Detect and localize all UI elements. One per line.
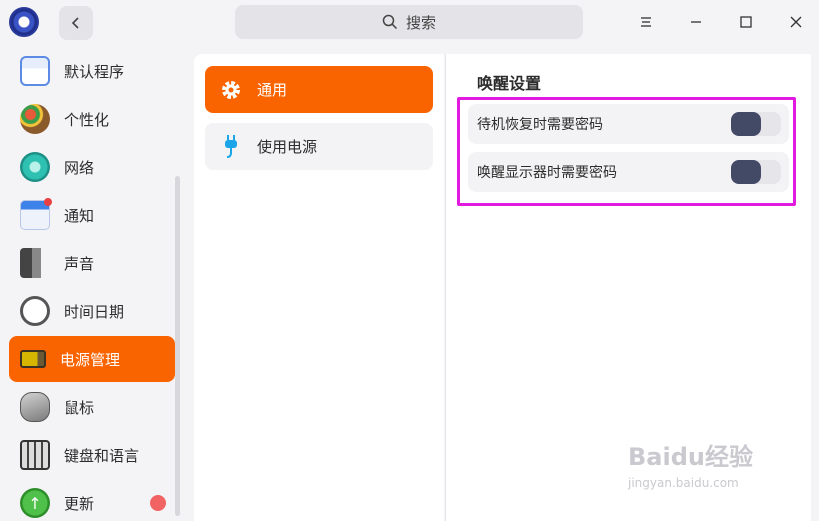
- setting-label: 待机恢复时需要密码: [477, 117, 603, 133]
- sidebar-scrollbar[interactable]: [175, 176, 180, 516]
- sidebar-item-update[interactable]: ↑ 更新: [9, 480, 175, 521]
- personalization-icon: [20, 104, 50, 134]
- menu-button[interactable]: [636, 12, 656, 32]
- menu-icon: [641, 17, 651, 27]
- plug-icon: [219, 134, 243, 159]
- maximize-icon: [740, 16, 752, 28]
- sidebar-item-label: 网络: [64, 158, 95, 177]
- sidebar-item-label: 鼠标: [64, 398, 95, 417]
- back-button[interactable]: [59, 6, 93, 40]
- section-title: 唤醒设置: [477, 74, 542, 93]
- sidebar-item-label: 键盘和语言: [64, 446, 140, 465]
- sidebar-item-mouse[interactable]: 鼠标: [9, 384, 175, 430]
- mouse-icon: [20, 392, 50, 422]
- setting-row-wake-password: 唤醒显示器时需要密码: [468, 152, 789, 192]
- sidebar-item-datetime[interactable]: 时间日期: [9, 288, 175, 334]
- sound-icon: [20, 248, 50, 278]
- sub-item-general[interactable]: 通用: [205, 66, 433, 113]
- sub-item-label: 通用: [257, 81, 288, 99]
- notification-icon: [20, 198, 52, 230]
- sidebar-item-notification[interactable]: 通知: [9, 192, 175, 238]
- search-input[interactable]: 搜索: [235, 5, 583, 39]
- minimize-button[interactable]: [686, 12, 706, 32]
- watermark-url: jingyan.baidu.com: [628, 476, 739, 490]
- watermark: Baidu经验 jingyan.baidu.com: [628, 437, 778, 507]
- network-icon: [20, 152, 50, 182]
- clock-icon: [20, 296, 50, 326]
- sidebar-item-label: 电源管理: [60, 350, 121, 369]
- update-icon: ↑: [20, 488, 50, 518]
- sidebar-item-network[interactable]: 网络: [9, 144, 175, 190]
- close-icon: [790, 16, 802, 28]
- sidebar-item-label: 更新: [64, 494, 95, 513]
- wake-password-toggle[interactable]: [731, 160, 781, 184]
- sidebar-item-label: 声音: [64, 254, 95, 273]
- sidebar: 默认程序 个性化 网络 通知 声音 时间日期 电源管理 鼠标 键盘和语言 ↑ 更…: [0, 46, 184, 521]
- setting-label: 唤醒显示器时需要密码: [477, 165, 617, 181]
- chevron-left-icon: [71, 17, 79, 29]
- keyboard-icon: [20, 440, 50, 470]
- title-bar: 搜索: [0, 0, 819, 46]
- sidebar-item-label: 时间日期: [64, 302, 125, 321]
- sub-item-label: 使用电源: [257, 138, 318, 156]
- close-button[interactable]: [786, 12, 806, 32]
- sidebar-item-sound[interactable]: 声音: [9, 240, 175, 286]
- sidebar-item-keyboard[interactable]: 键盘和语言: [9, 432, 175, 478]
- resume-password-toggle[interactable]: [731, 112, 781, 136]
- sidebar-item-default-apps[interactable]: 默认程序: [9, 48, 175, 94]
- sub-menu-panel: 通用 使用电源: [194, 54, 444, 521]
- setting-row-resume-password: 待机恢复时需要密码: [468, 104, 789, 144]
- search-icon: [382, 14, 398, 30]
- watermark-text: Baidu经验: [628, 443, 753, 471]
- maximize-button[interactable]: [736, 12, 756, 32]
- sidebar-item-label: 默认程序: [64, 62, 125, 81]
- sidebar-item-personalization[interactable]: 个性化: [9, 96, 175, 142]
- battery-icon: [20, 350, 46, 368]
- sidebar-item-power[interactable]: 电源管理: [9, 336, 175, 382]
- gear-icon: [219, 78, 243, 102]
- sidebar-item-label: 个性化: [64, 110, 110, 129]
- sub-item-use-power[interactable]: 使用电源: [205, 123, 433, 170]
- toggle-knob: [731, 112, 761, 136]
- default-apps-icon: [20, 56, 50, 86]
- toggle-knob: [731, 160, 761, 184]
- app-logo-icon: [9, 7, 39, 37]
- minimize-icon: [691, 21, 701, 23]
- sidebar-item-label: 通知: [64, 206, 95, 225]
- update-badge: [150, 495, 166, 511]
- search-placeholder: 搜索: [405, 13, 436, 32]
